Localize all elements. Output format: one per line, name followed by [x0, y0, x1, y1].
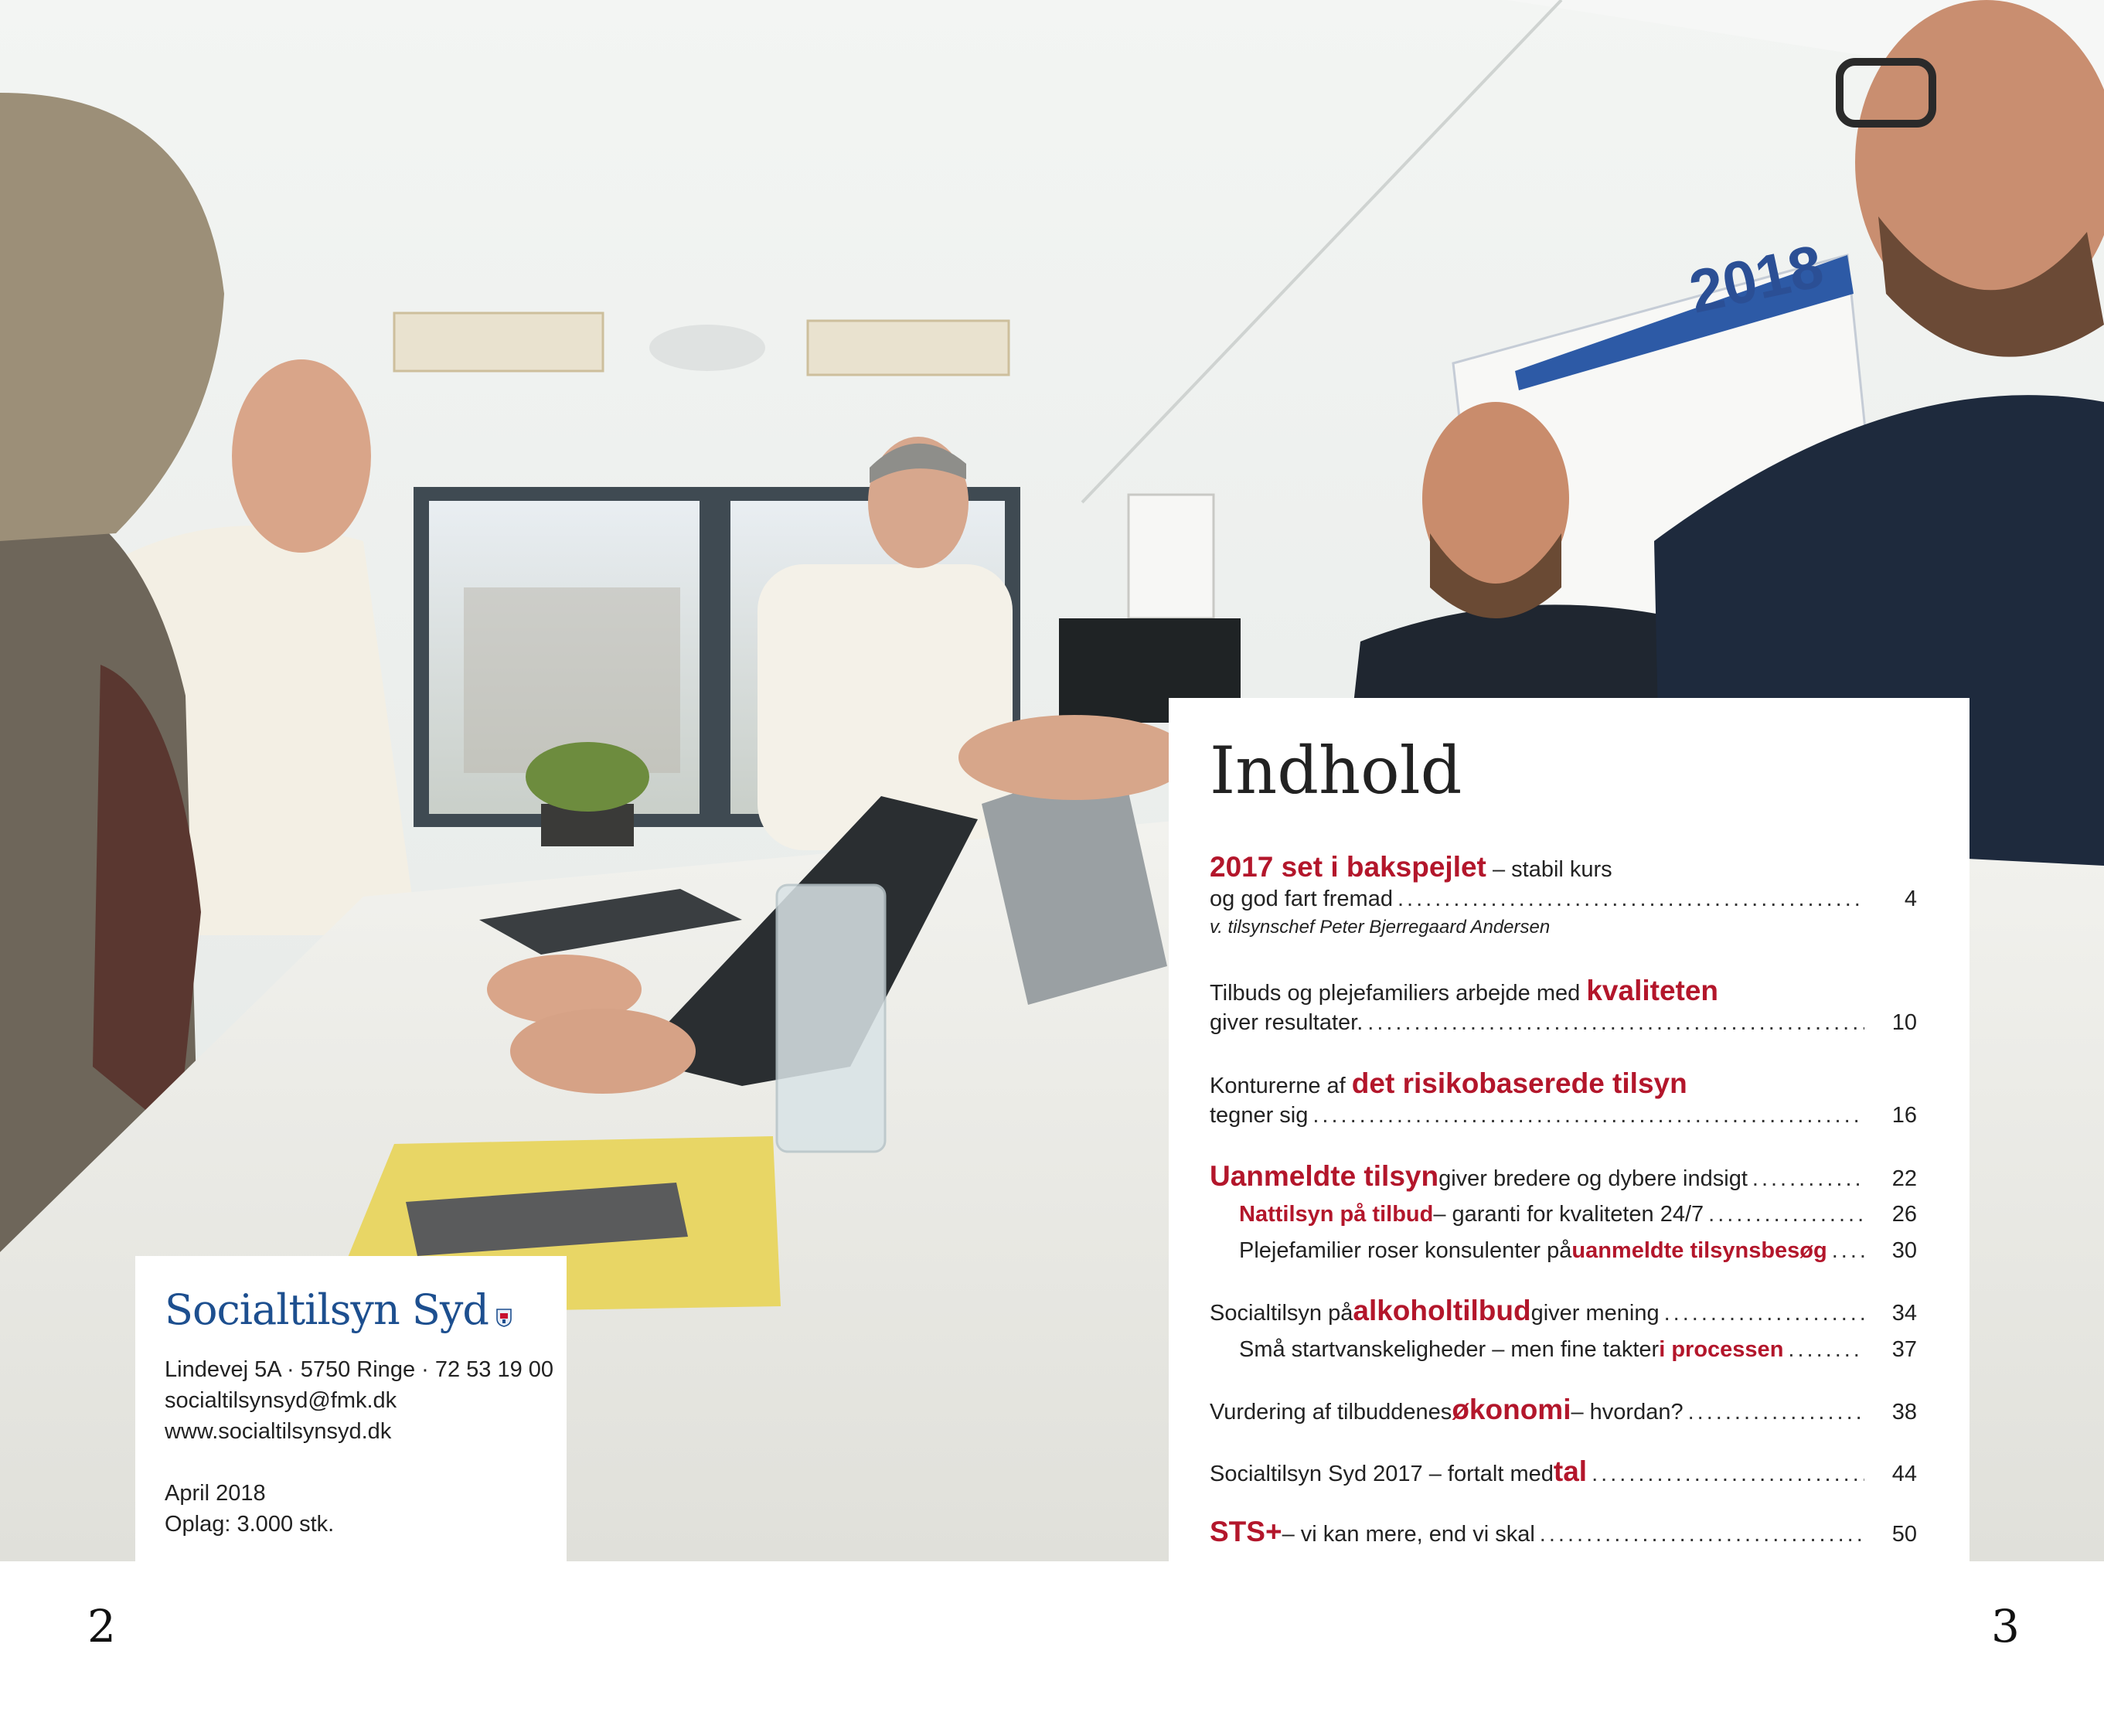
toc-page-number: 30	[1891, 1238, 1917, 1263]
toc-entry[interactable]: Socialtilsyn på alkoholtilbud giver meni…	[1210, 1295, 1917, 1327]
dot-leader	[1664, 1301, 1864, 1326]
dot-leader	[1708, 1202, 1864, 1227]
toc-entry-highlight: tal	[1553, 1455, 1588, 1487]
toc-entry[interactable]: Vurdering af tilbuddenes økonomi – hvord…	[1210, 1394, 1917, 1426]
publisher-name: Socialtilsyn Syd	[165, 1289, 567, 1331]
publisher-email[interactable]: socialtilsynsyd@fmk.dk	[165, 1385, 567, 1416]
dot-leader	[1312, 1103, 1864, 1128]
toc-entry-highlight: i processen	[1659, 1337, 1784, 1362]
toc-entry-text: Små startvanskeligheder – men fine takte…	[1239, 1337, 1660, 1362]
toc-entry-text: og god fart fremad	[1210, 887, 1393, 911]
toc-entry-text: giver mening	[1530, 1301, 1660, 1326]
toc-entry-highlight: Nattilsyn på tilbud	[1239, 1202, 1434, 1227]
toc-entry-text: giver bredere og dybere indsigt	[1438, 1166, 1748, 1191]
toc-entry[interactable]: 2017 set i bakspejlet – stabil kurs og g…	[1210, 850, 1917, 938]
dot-leader	[1832, 1238, 1864, 1264]
toc-page-number: 26	[1891, 1202, 1917, 1227]
dot-leader	[1688, 1400, 1864, 1425]
toc-entry-highlight: alkoholtilbud	[1353, 1295, 1531, 1326]
toc-entry-highlight: Uanmeldte tilsyn	[1210, 1160, 1439, 1192]
toc-page-number: 16	[1891, 1103, 1917, 1128]
dot-leader	[1788, 1337, 1864, 1363]
toc-entry-highlight: det risikobaserede tilsyn	[1351, 1067, 1687, 1099]
toc-entry[interactable]: STS+ – vi kan mere, end vi skal 50	[1210, 1516, 1917, 1548]
toc-page-number: 34	[1891, 1301, 1917, 1326]
dot-leader	[1367, 1010, 1864, 1036]
dot-leader	[1752, 1166, 1864, 1192]
toc-entry-text: Tilbuds og plejefamiliers arbejde med	[1210, 981, 1587, 1006]
toc-entry-highlight: kvaliteten	[1586, 975, 1719, 1006]
toc-entry-text: Plejefamilier roser konsulenter på	[1239, 1238, 1572, 1263]
table-of-contents: Indhold 2017 set i bakspejlet – stabil k…	[1169, 698, 1970, 1561]
toc-entry-text: – vi kan mere, end vi skal	[1282, 1522, 1535, 1547]
toc-page-number: 37	[1891, 1337, 1917, 1362]
dot-leader	[1540, 1522, 1864, 1547]
toc-page-number: 50	[1891, 1522, 1917, 1547]
dot-leader	[1592, 1462, 1864, 1487]
toc-entry-text: – garanti for kvaliteten 24/7	[1433, 1202, 1704, 1227]
publisher-address: Lindevej 5A · 5750 Ringe · 72 53 19 00	[165, 1357, 554, 1382]
toc-page-number: 44	[1891, 1462, 1917, 1486]
toc-entry[interactable]: Uanmeldte tilsyn giver bredere og dybere…	[1210, 1160, 1917, 1193]
publisher-name-text: Socialtilsyn Syd	[165, 1285, 489, 1334]
toc-entry-text: Socialtilsyn på	[1210, 1301, 1353, 1326]
toc-entry-text: Vurdering af tilbuddenes	[1210, 1400, 1452, 1425]
toc-page-number: 22	[1891, 1166, 1917, 1191]
toc-subentry[interactable]: Plejefamilier roser konsulenter på uanme…	[1210, 1238, 1917, 1264]
publication-date: April 2018	[165, 1481, 266, 1506]
toc-entry[interactable]: Tilbuds og plejefamiliers arbejde med kv…	[1210, 974, 1917, 1036]
toc-entry-text: tegner sig	[1210, 1103, 1309, 1128]
page-number-left: 2	[87, 1600, 116, 1653]
circulation: Oplag: 3.000 stk.	[165, 1512, 335, 1537]
toc-page-number: 38	[1891, 1400, 1917, 1425]
toc-entry[interactable]: Konturerne af det risikobaserede tilsyn …	[1210, 1067, 1917, 1128]
toc-entry-text: Socialtilsyn Syd 2017 – fortalt med	[1210, 1462, 1554, 1486]
toc-entry[interactable]: Socialtilsyn Syd 2017 – fortalt med tal 4…	[1210, 1455, 1917, 1488]
toc-title: Indhold	[1210, 733, 1462, 808]
toc-entry-text: Konturerne af	[1210, 1074, 1352, 1098]
publisher-info-box: Socialtilsyn Syd Lindevej 5A · 5750 Ring…	[135, 1256, 567, 1561]
dot-leader	[1398, 887, 1864, 912]
toc-entry-highlight: økonomi	[1452, 1394, 1571, 1425]
toc-page-number: 4	[1904, 887, 1917, 911]
toc-entry-highlight: 2017 set i bakspejlet	[1210, 851, 1486, 883]
page-number-right: 3	[1991, 1600, 2020, 1653]
toc-entry-text: – stabil kurs	[1486, 857, 1612, 882]
toc-entry-byline: v. tilsynschef Peter Bjerregaard Anderse…	[1210, 917, 1551, 938]
toc-entry-highlight: uanmeldte tilsynsbesøg	[1571, 1238, 1827, 1263]
toc-entry-text: – hvordan?	[1571, 1400, 1684, 1425]
toc-page-number: 10	[1891, 1010, 1917, 1035]
toc-subentry[interactable]: Små startvanskeligheder – men fine takte…	[1210, 1337, 1917, 1363]
municipal-crest-icon	[496, 1309, 512, 1327]
toc-entry-highlight: STS+	[1210, 1516, 1282, 1547]
publisher-website[interactable]: www.socialtilsynsyd.dk	[165, 1416, 567, 1447]
toc-entry-text: giver resultater.	[1210, 1010, 1364, 1035]
toc-subentry[interactable]: Nattilsyn på tilbud – garanti for kvalit…	[1210, 1202, 1917, 1227]
